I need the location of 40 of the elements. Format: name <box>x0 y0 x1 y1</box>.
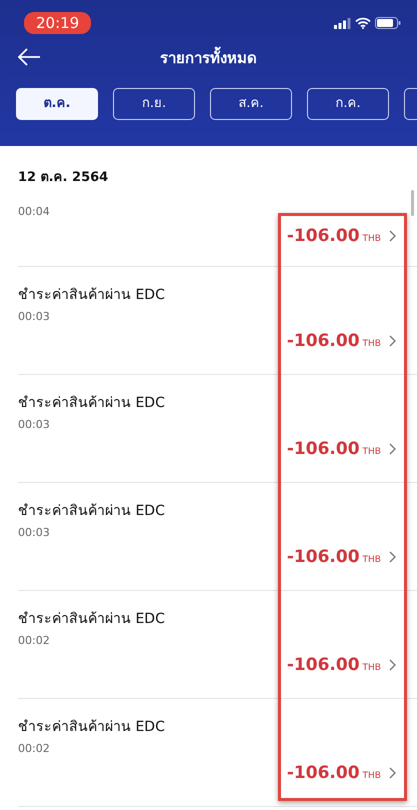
transaction-time: 00:04 <box>18 205 50 218</box>
transaction-time: 00:03 <box>18 418 50 431</box>
transaction-time: 00:02 <box>18 742 50 755</box>
month-tab[interactable]: ต.ค. <box>16 88 98 120</box>
chevron-right-icon[interactable] <box>389 767 397 779</box>
transaction-time: 00:03 <box>18 310 50 323</box>
transaction-title: ชำระค่าสินค้าผ่าน EDC <box>18 395 165 411</box>
currency-label: THB <box>362 554 381 567</box>
page-title: รายการทั้งหมด <box>160 46 257 69</box>
month-tab[interactable]: ก.ย. <box>113 88 195 120</box>
amount: -106.00 <box>286 330 360 353</box>
currency-label: THB <box>362 233 381 246</box>
chevron-right-icon[interactable] <box>389 551 397 563</box>
amount: -106.00 <box>286 546 360 569</box>
month-tab[interactable]: ส.ค. <box>210 88 292 120</box>
currency-label: THB <box>362 770 381 783</box>
amount: -106.00 <box>286 762 360 785</box>
month-tab[interactable]: ก.ค. <box>307 88 389 120</box>
wifi-icon <box>355 17 371 29</box>
battery-icon <box>375 17 401 29</box>
chevron-right-icon[interactable] <box>389 443 397 455</box>
chevron-right-icon[interactable] <box>389 230 397 242</box>
transaction-title: ชำระค่าสินค้าผ่าน EDC <box>18 719 165 735</box>
currency-label: THB <box>362 446 381 459</box>
amount: -106.00 <box>286 225 360 248</box>
amount: -106.00 <box>286 438 360 461</box>
chevron-right-icon[interactable] <box>389 659 397 671</box>
signal-icon <box>334 18 351 28</box>
scrollbar <box>411 190 414 216</box>
transaction-time: 00:03 <box>18 526 50 539</box>
transaction-title: ชำระค่าสินค้าผ่าน EDC <box>18 503 165 519</box>
transaction-time: 00:02 <box>18 634 50 647</box>
date-header: 12 ต.ค. 2564 <box>18 170 108 185</box>
amount: -106.00 <box>286 654 360 677</box>
transaction-title: ชำระค่าสินค้าผ่าน EDC <box>18 287 165 303</box>
transaction-title: ชำระค่าสินค้าผ่าน EDC <box>18 611 165 627</box>
status-time: 20:19 <box>24 12 92 34</box>
chevron-right-icon[interactable] <box>389 335 397 347</box>
currency-label: THB <box>362 662 381 675</box>
currency-label: THB <box>362 338 381 351</box>
